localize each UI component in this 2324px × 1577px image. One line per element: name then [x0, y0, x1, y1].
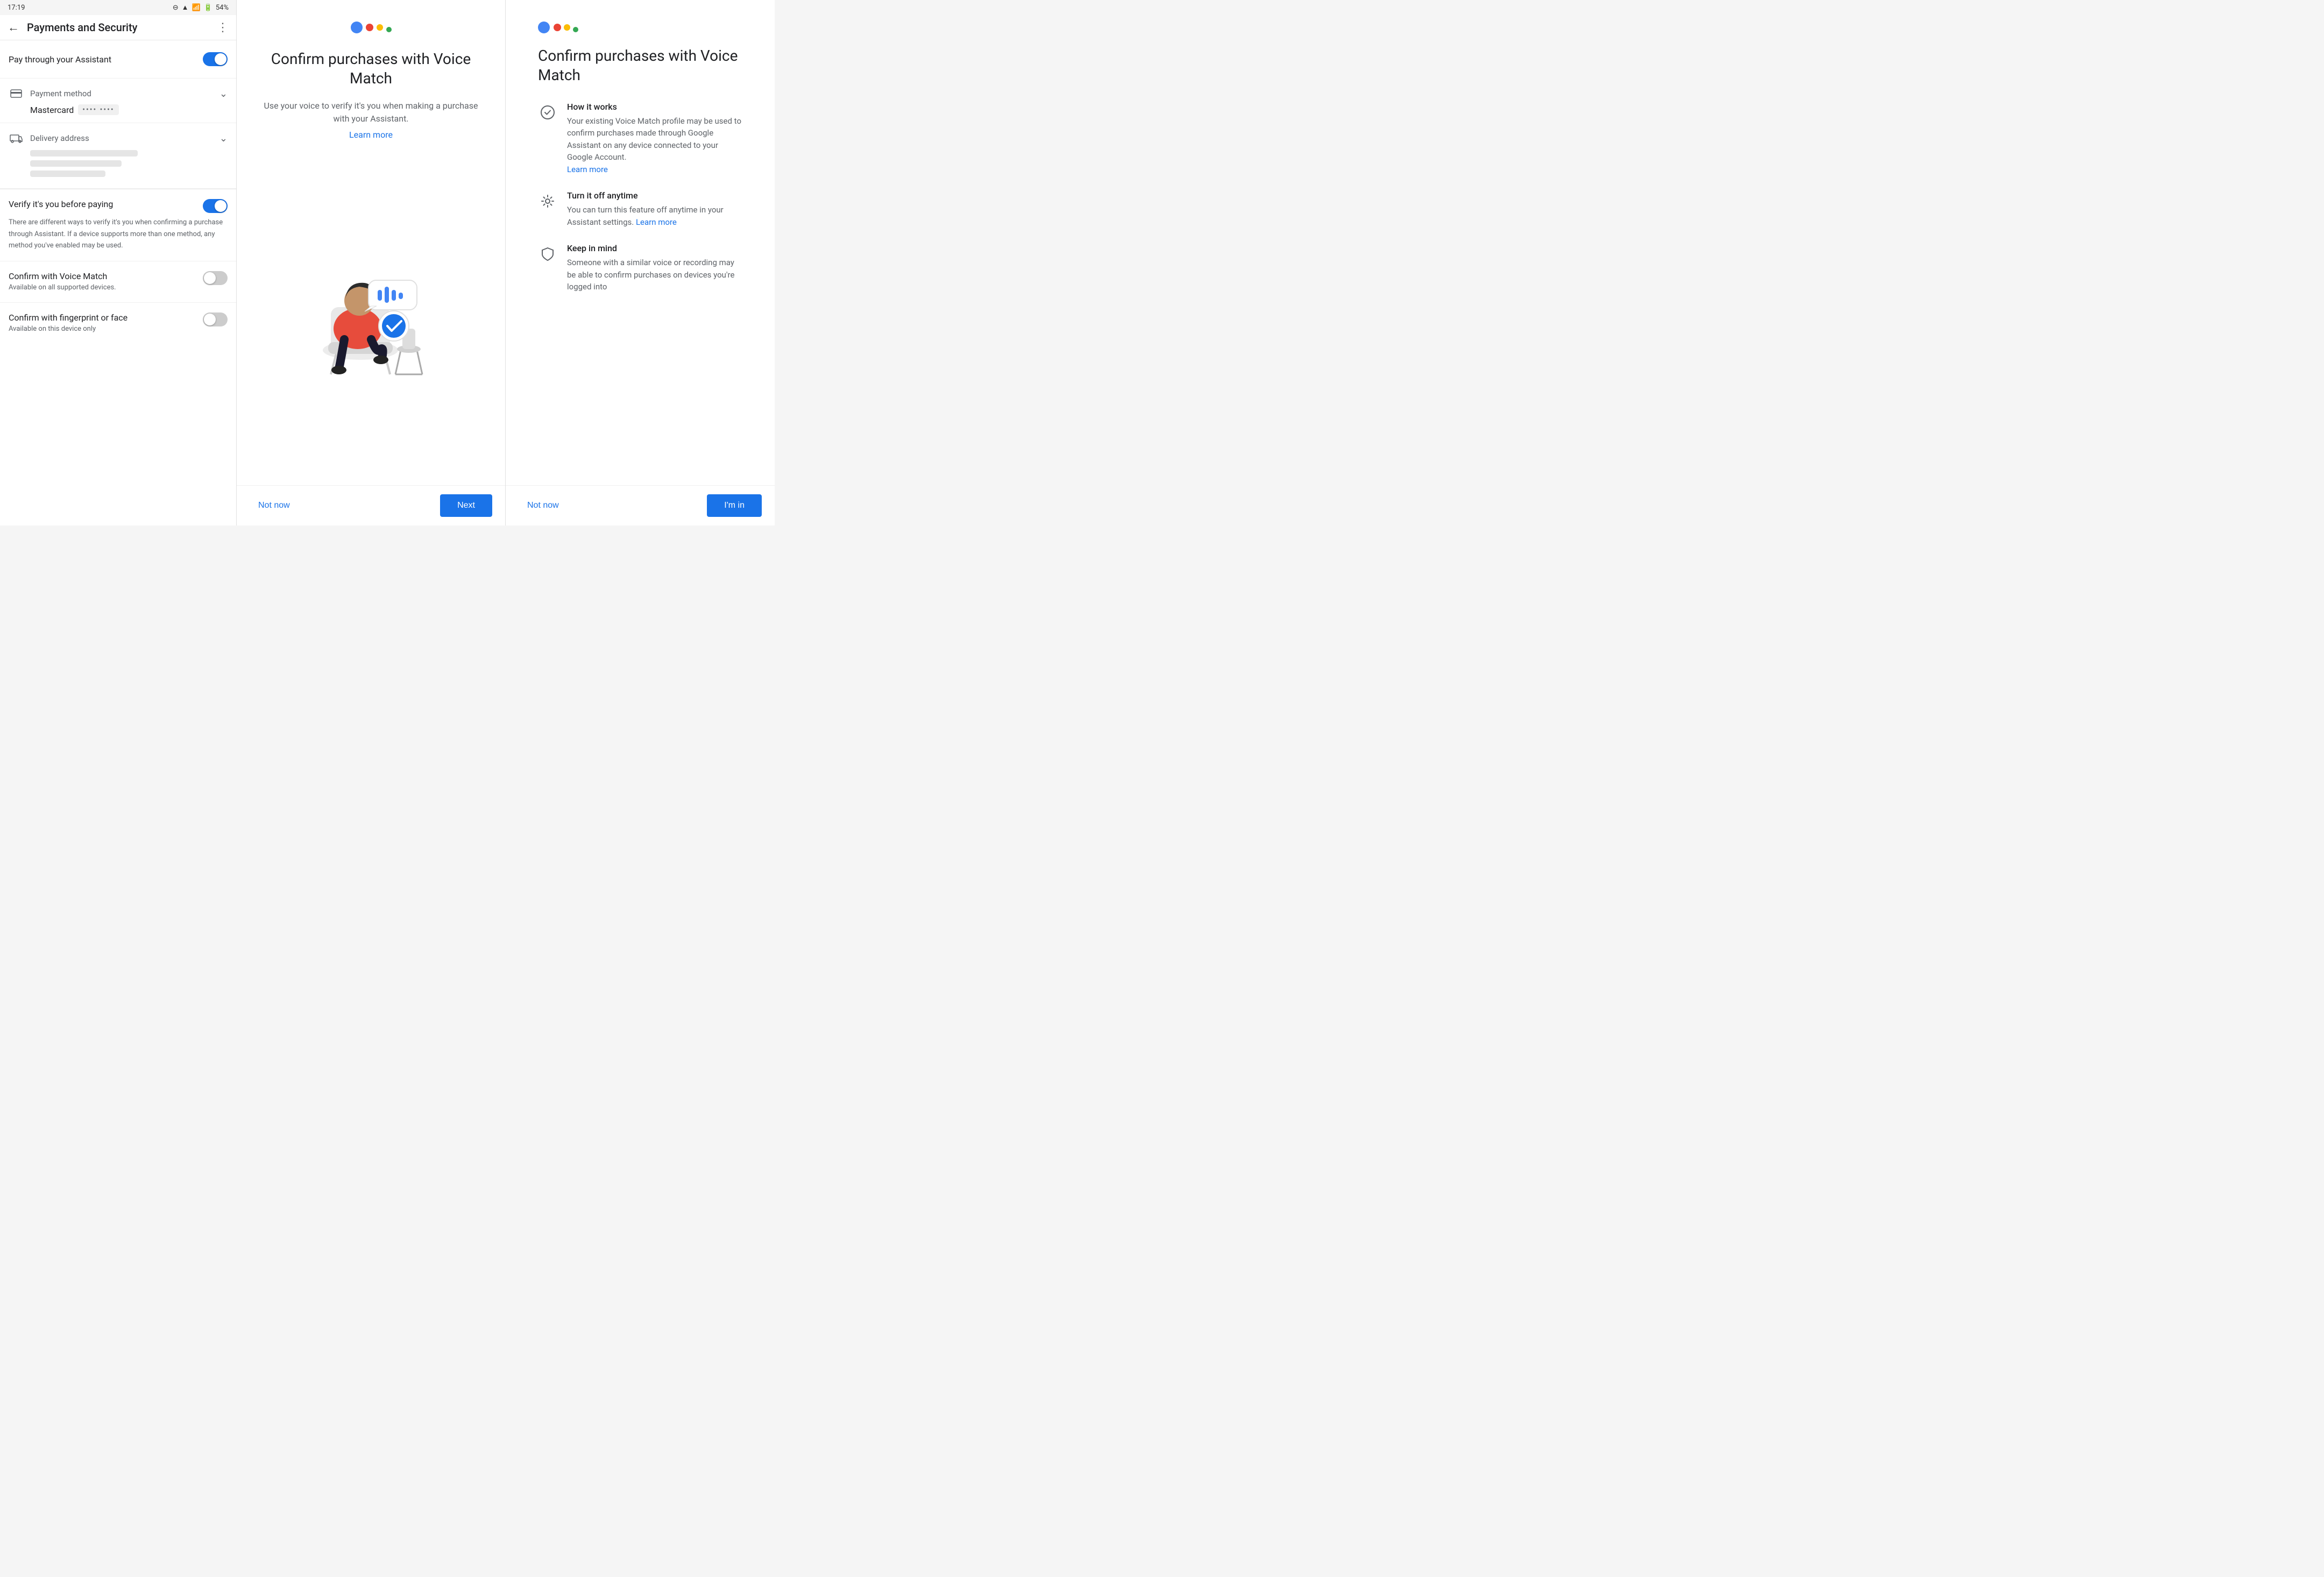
- keep-in-mind-text: Keep in mind Someone with a similar voic…: [567, 243, 742, 293]
- chevron-down-icon: ⌄: [219, 88, 228, 100]
- right-panel: Confirm purchases with Voice Match How i…: [506, 0, 775, 525]
- address-line-1: [30, 150, 138, 157]
- how-it-works-text: How it works Your existing Voice Match p…: [567, 102, 742, 176]
- fingerprint-labels: Confirm with fingerprint or face Availab…: [9, 312, 127, 334]
- address-line-2: [30, 160, 122, 167]
- battery-level: 54%: [216, 4, 229, 12]
- payment-method-header[interactable]: Payment method ⌄: [9, 86, 228, 101]
- dot-blue-2: [538, 22, 550, 33]
- signal-icon: 📶: [192, 4, 200, 12]
- keep-in-mind-heading: Keep in mind: [567, 243, 742, 253]
- payment-method-value: Mastercard •••• ••••: [30, 104, 228, 115]
- pay-through-assistant-label: Pay through your Assistant: [9, 54, 111, 65]
- top-bar: ← Payments and Security ⋮: [0, 15, 236, 40]
- keep-in-mind-item: Keep in mind Someone with a similar voic…: [538, 243, 742, 293]
- voice-match-sublabel: Available on all supported devices.: [9, 283, 116, 293]
- address-line-3: [30, 171, 105, 177]
- page-title: Payments and Security: [27, 21, 217, 34]
- turn-off-desc: You can turn this feature off anytime in…: [567, 204, 742, 228]
- verify-label: Verify it's you before paying: [9, 199, 113, 209]
- middle-panel: Confirm purchases with Voice Match Use y…: [237, 0, 506, 525]
- pay-through-assistant-item: Pay through your Assistant: [0, 40, 236, 79]
- left-panel: 17:19 ⊖ ▲ 📶 🔋 54% ← Payments and Securit…: [0, 0, 237, 525]
- verify-section: Verify it's you before paying There are …: [0, 189, 236, 261]
- google-assistant-logo-2: [538, 22, 742, 33]
- voice-match-item: Confirm with Voice Match Available on al…: [0, 261, 236, 302]
- turn-off-heading: Turn it off anytime: [567, 190, 742, 201]
- battery-icon: 🔋: [204, 4, 212, 12]
- dot-red: [366, 24, 373, 31]
- turn-off-learn-more[interactable]: Learn more: [636, 217, 677, 227]
- verify-toggle[interactable]: [203, 199, 228, 213]
- voice-match-labels: Confirm with Voice Match Available on al…: [9, 271, 116, 293]
- how-it-works-text-content: Your existing Voice Match profile may be…: [567, 116, 741, 162]
- address-block: [30, 150, 228, 177]
- middle-dialog-footer: Not now Next: [237, 485, 505, 525]
- more-options-button[interactable]: ⋮: [217, 20, 229, 34]
- time: 17:19: [8, 4, 25, 12]
- google-assistant-logo: [351, 22, 392, 33]
- dot-blue: [351, 22, 363, 33]
- fingerprint-label: Confirm with fingerprint or face: [9, 312, 127, 323]
- dot-yellow-2: [564, 24, 570, 31]
- minus-icon: ⊖: [173, 4, 179, 12]
- next-button[interactable]: Next: [440, 494, 492, 517]
- shield-icon: [538, 244, 557, 264]
- voice-match-dialog-1: Confirm purchases with Voice Match Use y…: [237, 0, 505, 485]
- card-name: Mastercard: [30, 105, 74, 115]
- how-it-works-learn-more[interactable]: Learn more: [567, 165, 608, 174]
- verify-desc: There are different ways to verify it's …: [9, 218, 223, 250]
- back-button[interactable]: ←: [8, 22, 19, 33]
- status-bar: 17:19 ⊖ ▲ 📶 🔋 54%: [0, 0, 236, 15]
- settings-content: Pay through your Assistant Payment metho…: [0, 40, 236, 525]
- dot-green: [386, 27, 392, 32]
- voice-match-toggle[interactable]: [203, 271, 228, 285]
- dialog-desc-1: Use your voice to verify it's you when m…: [264, 100, 478, 125]
- credit-card-icon: [9, 86, 24, 101]
- dot-red-2: [554, 24, 561, 31]
- delivery-address-item: Delivery address ⌄: [0, 123, 236, 189]
- wifi-icon: ▲: [182, 3, 189, 12]
- keep-in-mind-desc: Someone with a similar voice or recordin…: [567, 257, 742, 293]
- voice-match-dialog-2: Confirm purchases with Voice Match How i…: [506, 0, 775, 485]
- settings-icon: [538, 191, 557, 211]
- check-circle-icon: [538, 103, 557, 122]
- card-dots: •••• ••••: [78, 104, 118, 115]
- truck-icon: [9, 131, 24, 146]
- how-it-works-item: How it works Your existing Voice Match p…: [538, 102, 742, 176]
- verify-top: Verify it's you before paying: [9, 199, 228, 213]
- dialog-title-1: Confirm purchases with Voice Match: [264, 49, 478, 89]
- dot-yellow: [377, 24, 383, 31]
- delivery-header-left: Delivery address: [9, 131, 89, 146]
- payment-method-label: Payment method: [30, 89, 91, 98]
- delivery-address-header[interactable]: Delivery address ⌄: [9, 131, 228, 146]
- how-it-works-heading: How it works: [567, 102, 742, 112]
- fingerprint-item: Confirm with fingerprint or face Availab…: [0, 302, 236, 344]
- delivery-address-label: Delivery address: [30, 133, 89, 143]
- how-it-works-desc: Your existing Voice Match profile may be…: [567, 115, 742, 176]
- right-dialog-footer: Not now I'm in: [506, 485, 775, 525]
- dot-green-2: [573, 27, 578, 32]
- right-dialog-title: Confirm purchases with Voice Match: [538, 46, 742, 86]
- pay-through-assistant-toggle[interactable]: [203, 52, 228, 66]
- chevron-down-icon-delivery: ⌄: [219, 133, 228, 144]
- turn-off-item: Turn it off anytime You can turn this fe…: [538, 190, 742, 228]
- payment-method-item: Payment method ⌄ Mastercard •••• ••••: [0, 79, 236, 123]
- status-icons: ⊖ ▲ 📶 🔋 54%: [173, 3, 229, 12]
- payment-method-header-left: Payment method: [9, 86, 91, 101]
- fingerprint-toggle[interactable]: [203, 312, 228, 326]
- learn-more-link-1[interactable]: Learn more: [349, 130, 393, 140]
- voice-match-illustration: [301, 151, 441, 474]
- not-now-button-1[interactable]: Not now: [250, 495, 299, 516]
- voice-match-label: Confirm with Voice Match: [9, 271, 116, 281]
- im-in-button[interactable]: I'm in: [707, 494, 762, 517]
- not-now-button-2[interactable]: Not now: [519, 495, 568, 516]
- fingerprint-sublabel: Available on this device only: [9, 324, 127, 334]
- turn-off-text: Turn it off anytime You can turn this fe…: [567, 190, 742, 228]
